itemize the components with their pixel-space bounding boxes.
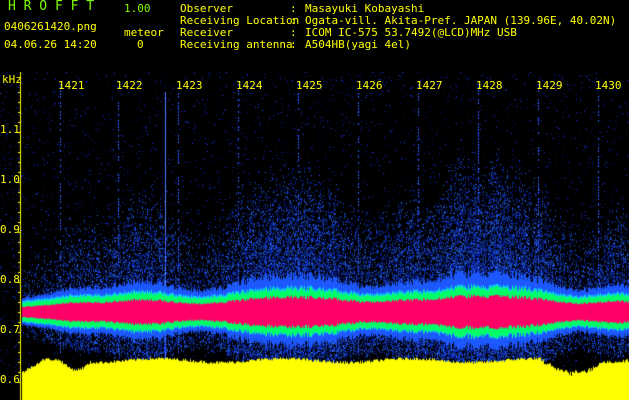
y-axis-unit: kHz (2, 73, 22, 86)
antenna-colon: : (290, 38, 297, 51)
x-tick-label: 1428 (476, 79, 503, 92)
app-title: H R O F F T (8, 0, 95, 14)
app-version: 1.00 (124, 2, 151, 15)
antenna-label: Receiving antenna (180, 38, 293, 51)
x-tick-label: 1423 (176, 79, 203, 92)
x-tick-label: 1422 (116, 79, 143, 92)
spectrogram (0, 72, 629, 400)
x-tick-label: 1424 (236, 79, 263, 92)
x-tick-label: 1430 (595, 79, 622, 92)
x-tick-label: 1425 (296, 79, 323, 92)
file-name: 0406261420.png (4, 20, 97, 33)
y-tick-label: 0.6 (0, 373, 20, 386)
x-tick-label: 1426 (356, 79, 383, 92)
hrofft-window: H R O F F T 1.00 0406261420.png meteor 0… (0, 0, 629, 400)
antenna-value: A504HB(yagi 4el) (305, 38, 411, 51)
y-tick-label: 0.7 (0, 323, 20, 336)
x-tick-label: 1429 (536, 79, 563, 92)
meteor-label: meteor (124, 26, 164, 39)
datetime: 04.06.26 14:20 (4, 38, 97, 51)
y-tick-label: 0.8 (0, 273, 20, 286)
y-tick-label: 1.0 (0, 173, 20, 186)
meteor-count: 0 (137, 38, 144, 51)
y-tick-label: 1.1 (0, 123, 20, 136)
y-tick-label: 0.9 (0, 223, 20, 236)
x-tick-label: 1421 (58, 79, 85, 92)
x-tick-label: 1427 (416, 79, 443, 92)
